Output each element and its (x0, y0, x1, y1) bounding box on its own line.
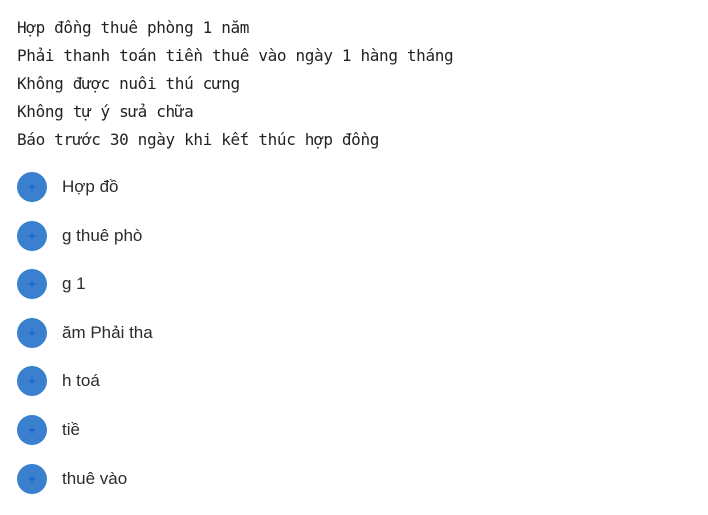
fragment-label: ăm Phải tha (62, 323, 153, 342)
add-fragment-item[interactable]: ăm Phải tha (17, 318, 153, 348)
term-line: Phải thanh toán tiền thuê vào ngày 1 hàn… (17, 46, 454, 65)
plus-icon (28, 329, 36, 337)
term-line: Không được nuôi thú cưng (17, 74, 240, 93)
add-fragment-item[interactable]: tiề (17, 415, 153, 445)
add-fragment-item[interactable]: thuê vào (17, 464, 153, 494)
term-line: Báo trước 30 ngày khi kết thúc hợp đồng (17, 130, 380, 149)
fragment-label: h toá (62, 371, 100, 390)
add-fragment-button[interactable] (17, 464, 47, 494)
contract-terms-list: Hợp đồng thuê phòng 1 năm Phải thanh toá… (17, 14, 454, 154)
add-fragment-button[interactable] (17, 366, 47, 396)
add-fragment-item[interactable]: g 1 (17, 269, 153, 299)
add-fragment-button[interactable] (17, 172, 47, 202)
add-fragment-item[interactable]: h toá (17, 366, 153, 396)
fragment-label: g thuê phò (62, 226, 143, 245)
add-fragment-button[interactable] (17, 318, 47, 348)
plus-icon (28, 377, 36, 385)
plus-icon (28, 426, 36, 434)
plus-icon (28, 232, 36, 240)
add-fragment-button[interactable] (17, 415, 47, 445)
add-fragment-list: Hợp đồ g thuê phò g 1 ăm Phải tha h toá … (17, 172, 153, 513)
fragment-label: g 1 (62, 274, 86, 293)
fragment-label: tiề (62, 420, 80, 439)
fragment-label: Hợp đồ (62, 177, 119, 196)
add-fragment-item[interactable]: Hợp đồ (17, 172, 153, 202)
term-line: Hợp đồng thuê phòng 1 năm (17, 18, 250, 37)
add-fragment-item[interactable]: g thuê phò (17, 221, 153, 251)
term-line: Không tự ý sửa chữa (17, 102, 194, 121)
fragment-label: thuê vào (62, 469, 128, 488)
plus-icon (28, 183, 36, 191)
add-fragment-button[interactable] (17, 269, 47, 299)
plus-icon (28, 280, 36, 288)
plus-icon (28, 475, 36, 483)
add-fragment-button[interactable] (17, 221, 47, 251)
